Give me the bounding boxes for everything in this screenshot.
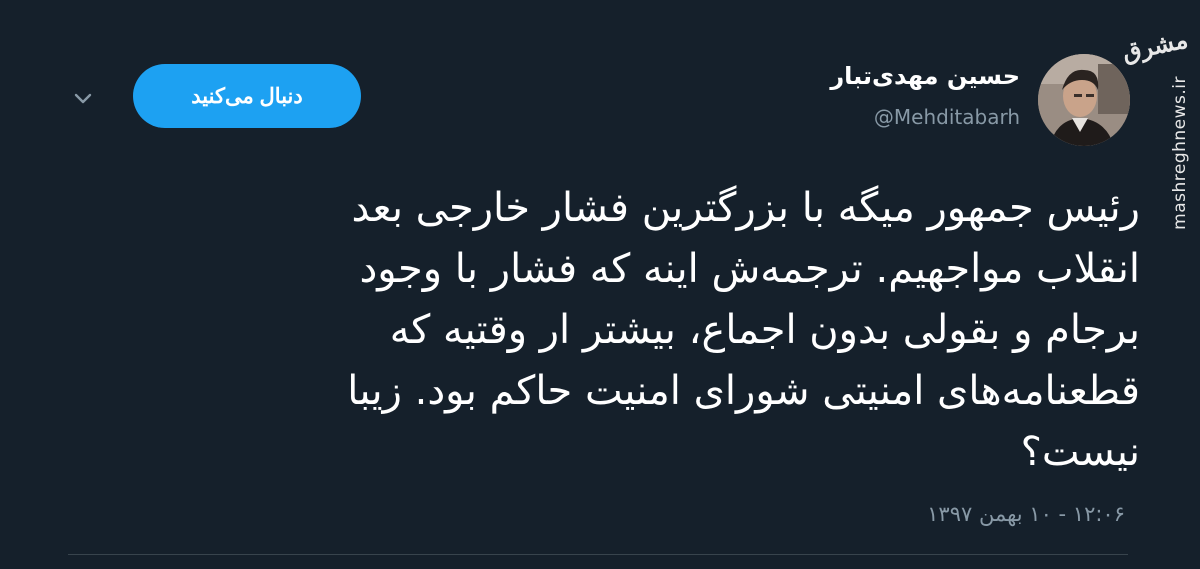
watermark-site: mashreghnews.ir — [1170, 76, 1190, 230]
display-name[interactable]: حسین مهدی‌تبار — [830, 62, 1020, 90]
tweet-text-line: انقلاب مواجهیم. ترجمه‌ش اینه که فشار با … — [359, 246, 1140, 292]
tweet-text-line: رئیس جمهور میگه با بزرگترین فشار خارجی ب… — [351, 185, 1140, 231]
tweet-timestamp[interactable]: ۱۲:۰۶ - ۱۰ بهمن ۱۳۹۷ — [927, 502, 1125, 526]
following-button[interactable]: دنبال می‌کنید — [133, 64, 361, 128]
tweet-text-line: قطعنامه‌های امنیتی شورای امنیت حاکم بود.… — [347, 368, 1140, 414]
tweet-text-line: برجام و بقولی بدون اجماع، بیشتر ار وقتیه… — [389, 307, 1140, 353]
tweet-text: رئیس جمهور میگه با بزرگترین فشار خارجی ب… — [62, 178, 1140, 483]
user-handle[interactable]: @Mehditabarh — [874, 105, 1020, 129]
chevron-down-icon[interactable] — [68, 84, 98, 114]
watermark-logo: مشرق — [1119, 24, 1191, 67]
divider — [68, 554, 1128, 555]
watermark: مشرق mashreghnews.ir — [1119, 18, 1192, 238]
avatar-photo — [1038, 54, 1130, 146]
tweet-card: مشرق mashreghnews.ir حسین مهدی‌تبار @Meh… — [0, 0, 1200, 569]
tweet-text-line: نیست؟ — [1020, 429, 1140, 475]
avatar[interactable] — [1038, 54, 1130, 146]
